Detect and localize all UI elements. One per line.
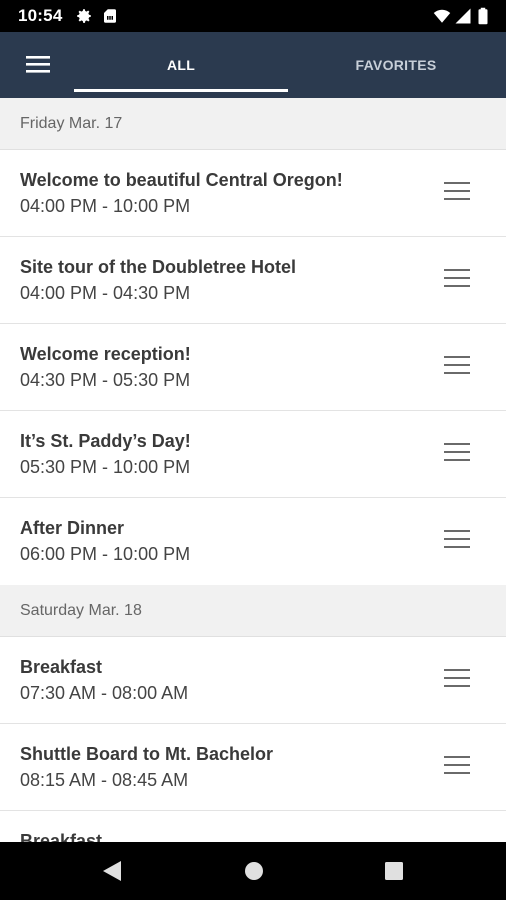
signal-icon bbox=[455, 8, 471, 24]
gear-icon bbox=[77, 9, 91, 23]
event-title: Breakfast bbox=[20, 657, 103, 677]
status-time: 10:54 bbox=[18, 6, 63, 25]
day-header: Saturday Mar. 18 bbox=[0, 585, 506, 637]
event-row[interactable]: Welcome reception! 04:30 PM - 05:30 PM bbox=[0, 324, 506, 411]
drag-handle-icon[interactable] bbox=[441, 669, 473, 691]
sim-card-icon bbox=[104, 9, 116, 23]
drag-handle-icon[interactable] bbox=[441, 530, 473, 552]
event-time: 04:00 PM - 10:00 PM bbox=[20, 196, 191, 216]
event-title: Shuttle Board to Mt. Bachelor bbox=[20, 744, 274, 764]
drag-handle-icon[interactable] bbox=[441, 443, 473, 465]
schedule-list[interactable]: Friday Mar. 17 Welcome to beautiful Cent… bbox=[0, 98, 506, 842]
event-time: 04:30 PM - 05:30 PM bbox=[20, 370, 191, 390]
event-title: After Dinner bbox=[20, 518, 125, 538]
drag-handle-icon[interactable] bbox=[441, 356, 473, 378]
back-icon[interactable] bbox=[101, 859, 123, 883]
event-row[interactable]: Site tour of the Doubletree Hotel 04:00 … bbox=[0, 237, 506, 324]
menu-button[interactable] bbox=[22, 50, 56, 80]
event-title: Site tour of the Doubletree Hotel bbox=[20, 257, 297, 277]
event-row[interactable]: After Dinner 06:00 PM - 10:00 PM bbox=[0, 498, 506, 585]
event-time: 07:30 AM - 08:00 AM bbox=[20, 683, 189, 703]
recents-icon[interactable] bbox=[383, 859, 405, 883]
event-row[interactable]: It’s St. Paddy’s Day! 05:30 PM - 10:00 P… bbox=[0, 411, 506, 498]
event-row[interactable]: Breakfast 07:30 AM - 08:00 AM bbox=[0, 637, 506, 724]
event-row[interactable]: Welcome to beautiful Central Oregon! 04:… bbox=[0, 150, 506, 237]
drag-handle-icon[interactable] bbox=[441, 269, 473, 291]
battery-icon bbox=[478, 7, 488, 25]
hamburger-menu-icon bbox=[26, 56, 50, 73]
event-row[interactable]: Shuttle Board to Mt. Bachelor 08:15 AM -… bbox=[0, 724, 506, 811]
event-title: Welcome reception! bbox=[20, 344, 191, 364]
tab-selected-indicator bbox=[74, 89, 288, 92]
status-bar: 10:54 bbox=[0, 0, 506, 32]
event-time: 06:00 PM - 10:00 PM bbox=[20, 544, 191, 564]
system-navigation-bar bbox=[0, 842, 506, 900]
day-header: Friday Mar. 17 bbox=[0, 98, 506, 150]
event-row[interactable]: Breakfast bbox=[0, 811, 506, 842]
drag-handle-icon[interactable] bbox=[441, 182, 473, 204]
event-title: Welcome to beautiful Central Oregon! bbox=[20, 170, 343, 190]
tab-favorites[interactable]: FAVORITES bbox=[288, 32, 504, 98]
event-time: 08:15 AM - 08:45 AM bbox=[20, 770, 189, 790]
event-title: Breakfast bbox=[20, 831, 103, 842]
wifi-icon bbox=[433, 9, 451, 23]
event-time: 04:00 PM - 04:30 PM bbox=[20, 283, 191, 303]
drag-handle-icon[interactable] bbox=[441, 756, 473, 778]
event-time: 05:30 PM - 10:00 PM bbox=[20, 457, 191, 477]
app-bar: ALL FAVORITES bbox=[0, 32, 506, 98]
home-icon[interactable] bbox=[243, 859, 265, 883]
event-title: It’s St. Paddy’s Day! bbox=[20, 431, 191, 451]
